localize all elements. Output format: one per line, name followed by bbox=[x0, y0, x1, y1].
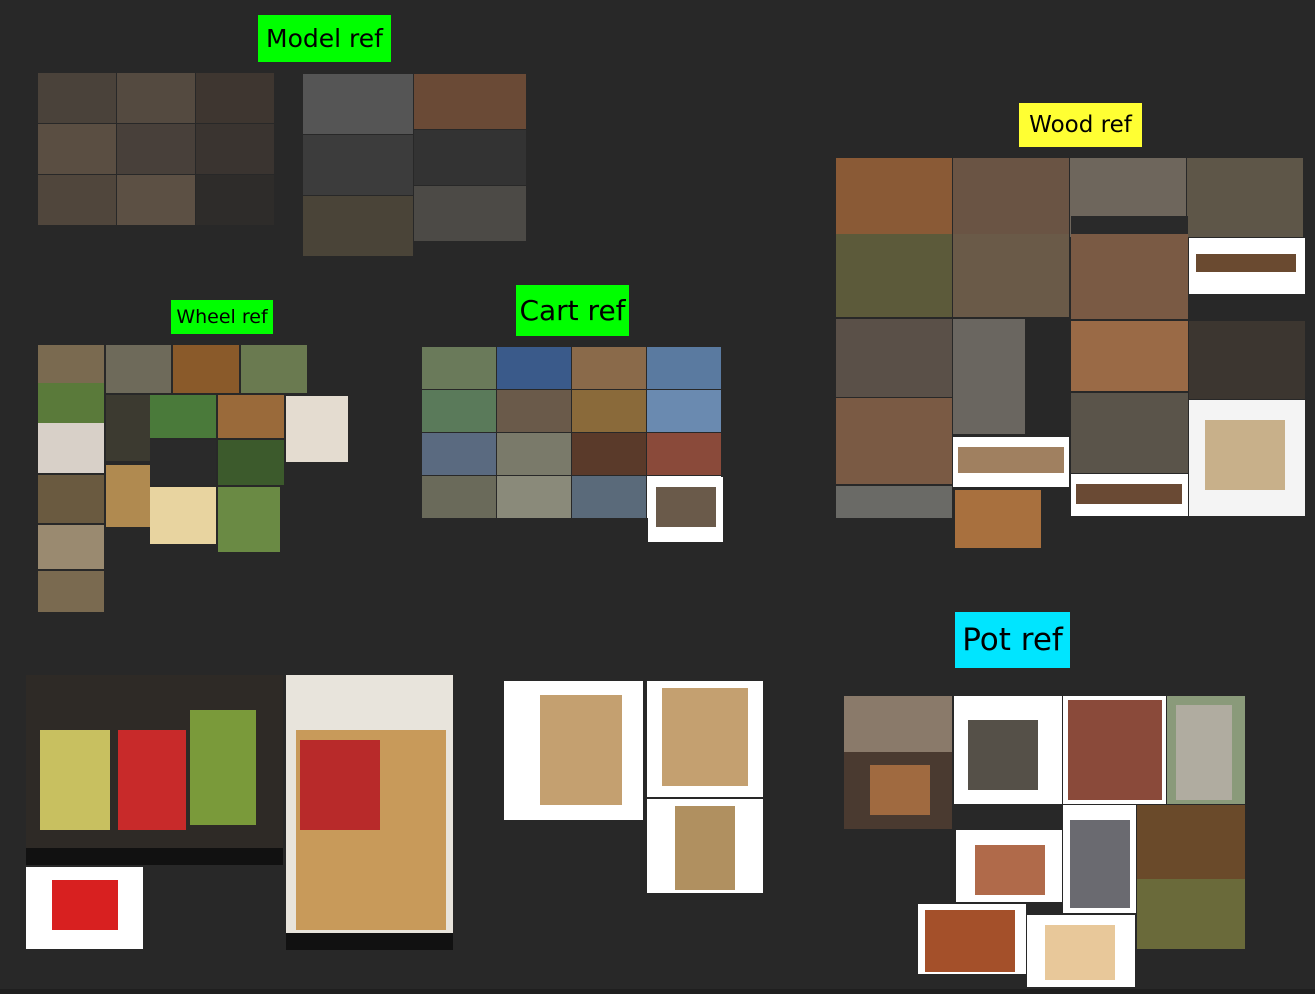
wood-texture-image[interactable] bbox=[953, 234, 1069, 317]
pot-reference-image[interactable] bbox=[925, 910, 1015, 972]
cart-reference-image[interactable] bbox=[422, 347, 496, 389]
wheel-reference-image[interactable] bbox=[218, 440, 284, 485]
wood-texture-image[interactable] bbox=[836, 486, 952, 518]
pot-model-image[interactable] bbox=[414, 186, 526, 241]
wood-texture-image[interactable] bbox=[953, 319, 1025, 434]
wood-rings-image[interactable] bbox=[955, 490, 1041, 548]
wood-texture-image[interactable] bbox=[836, 398, 952, 484]
pickle-jars-image[interactable] bbox=[26, 848, 283, 865]
wheel-reference-image[interactable] bbox=[218, 395, 284, 438]
wood-texture-image[interactable] bbox=[1071, 321, 1188, 391]
pot-model-image[interactable] bbox=[414, 74, 526, 129]
wood-ref-label[interactable]: Wood ref bbox=[1019, 103, 1142, 147]
wagon-model-image[interactable] bbox=[117, 73, 195, 123]
wheel-reference-image[interactable] bbox=[150, 487, 216, 544]
pickle-jars-image[interactable] bbox=[40, 730, 110, 830]
sack-image[interactable] bbox=[540, 695, 622, 805]
canvas-bottom-edge bbox=[0, 989, 1315, 994]
wood-plank-image[interactable] bbox=[1076, 484, 1182, 504]
pot-reference-image[interactable] bbox=[870, 765, 930, 815]
wood-texture-image[interactable] bbox=[1187, 158, 1303, 237]
pot-reference-image[interactable] bbox=[975, 845, 1045, 895]
wood-texture-image[interactable] bbox=[836, 319, 952, 397]
wagon-model-image[interactable] bbox=[38, 175, 116, 225]
cart-reference-image[interactable] bbox=[497, 476, 571, 518]
pot-reference-image[interactable] bbox=[968, 720, 1038, 790]
cart-reference-image[interactable] bbox=[647, 347, 721, 389]
cart-reference-image[interactable] bbox=[647, 390, 721, 432]
wheel-reference-image[interactable] bbox=[38, 525, 104, 569]
pot-model-image[interactable] bbox=[414, 130, 526, 185]
wood-texture-image[interactable] bbox=[836, 234, 952, 317]
wheel-reference-image[interactable] bbox=[38, 423, 104, 473]
cart-reference-image[interactable] bbox=[572, 347, 646, 389]
basket-jars-image[interactable] bbox=[300, 740, 380, 830]
wood-gap[interactable] bbox=[1071, 216, 1188, 234]
pickle-jars-image[interactable] bbox=[190, 710, 256, 825]
cart-reference-image[interactable] bbox=[647, 433, 721, 475]
wood-texture-image[interactable] bbox=[1071, 234, 1188, 319]
cart-reference-image[interactable] bbox=[572, 390, 646, 432]
cart-ref-label[interactable]: Cart ref bbox=[516, 285, 629, 336]
pot-reference-image[interactable] bbox=[1045, 925, 1115, 980]
cart-reference-image[interactable] bbox=[422, 390, 496, 432]
cart-reference-image[interactable] bbox=[572, 433, 646, 475]
wood-texture-image[interactable] bbox=[1189, 321, 1305, 399]
pot-reference-image[interactable] bbox=[1068, 700, 1162, 800]
cart-reference-image[interactable] bbox=[656, 487, 716, 527]
cart-reference-image[interactable] bbox=[422, 476, 496, 518]
cart-reference-image[interactable] bbox=[572, 476, 646, 518]
red-jar-image[interactable] bbox=[52, 880, 118, 930]
wheel-reference-image[interactable] bbox=[106, 465, 150, 527]
wood-texture-image[interactable] bbox=[836, 158, 952, 237]
wagon-model-image[interactable] bbox=[196, 175, 274, 225]
cart-reference-image[interactable] bbox=[497, 390, 571, 432]
wheel-reference-image[interactable] bbox=[38, 383, 104, 423]
wheel-reference-image[interactable] bbox=[173, 345, 239, 393]
wheel-reference-image[interactable] bbox=[38, 571, 104, 612]
pickle-jars-image[interactable] bbox=[118, 730, 186, 830]
wheel-reference-image[interactable] bbox=[241, 345, 307, 393]
wood-plank-image[interactable] bbox=[1196, 254, 1296, 272]
pot-model-image[interactable] bbox=[303, 196, 413, 256]
wood-plank-image[interactable] bbox=[958, 447, 1064, 473]
wheel-ref-label[interactable]: Wheel ref bbox=[171, 300, 273, 334]
pot-reference-image[interactable] bbox=[1137, 805, 1245, 879]
wagon-model-image[interactable] bbox=[117, 175, 195, 225]
wheel-reference-image[interactable] bbox=[38, 475, 104, 523]
pot-reference-image[interactable] bbox=[844, 696, 952, 752]
wheel-reference-image[interactable] bbox=[150, 395, 216, 438]
wood-texture-image[interactable] bbox=[1071, 393, 1188, 473]
pot-model-image[interactable] bbox=[303, 135, 413, 195]
pot-reference-image[interactable] bbox=[1176, 705, 1232, 800]
pot-model-image[interactable] bbox=[303, 74, 413, 134]
wagon-model-image[interactable] bbox=[196, 73, 274, 123]
pot-reference-image[interactable] bbox=[1137, 879, 1245, 949]
wheel-reference-image[interactable] bbox=[106, 395, 150, 461]
wood-log-image[interactable] bbox=[1205, 420, 1285, 490]
wagon-model-image[interactable] bbox=[117, 124, 195, 174]
wheel-reference-image[interactable] bbox=[286, 396, 348, 462]
wagon-model-image[interactable] bbox=[38, 124, 116, 174]
wagon-model-image[interactable] bbox=[196, 124, 274, 174]
wagon-model-image[interactable] bbox=[38, 73, 116, 123]
cart-reference-image[interactable] bbox=[497, 433, 571, 475]
pot-ref-label[interactable]: Pot ref bbox=[955, 612, 1070, 668]
pot-reference-image[interactable] bbox=[1070, 820, 1130, 908]
cart-reference-image[interactable] bbox=[422, 433, 496, 475]
wheel-reference-image[interactable] bbox=[218, 487, 280, 552]
cart-reference-image[interactable] bbox=[497, 347, 571, 389]
wood-texture-image[interactable] bbox=[953, 158, 1069, 237]
wheel-reference-image[interactable] bbox=[150, 440, 216, 485]
wheel-reference-image[interactable] bbox=[38, 345, 104, 383]
basket-jars-image[interactable] bbox=[286, 933, 453, 950]
sack-image[interactable] bbox=[662, 688, 748, 786]
wheel-reference-image[interactable] bbox=[106, 345, 171, 393]
model-ref-label[interactable]: Model ref bbox=[258, 15, 391, 62]
sack-image[interactable] bbox=[675, 806, 735, 890]
